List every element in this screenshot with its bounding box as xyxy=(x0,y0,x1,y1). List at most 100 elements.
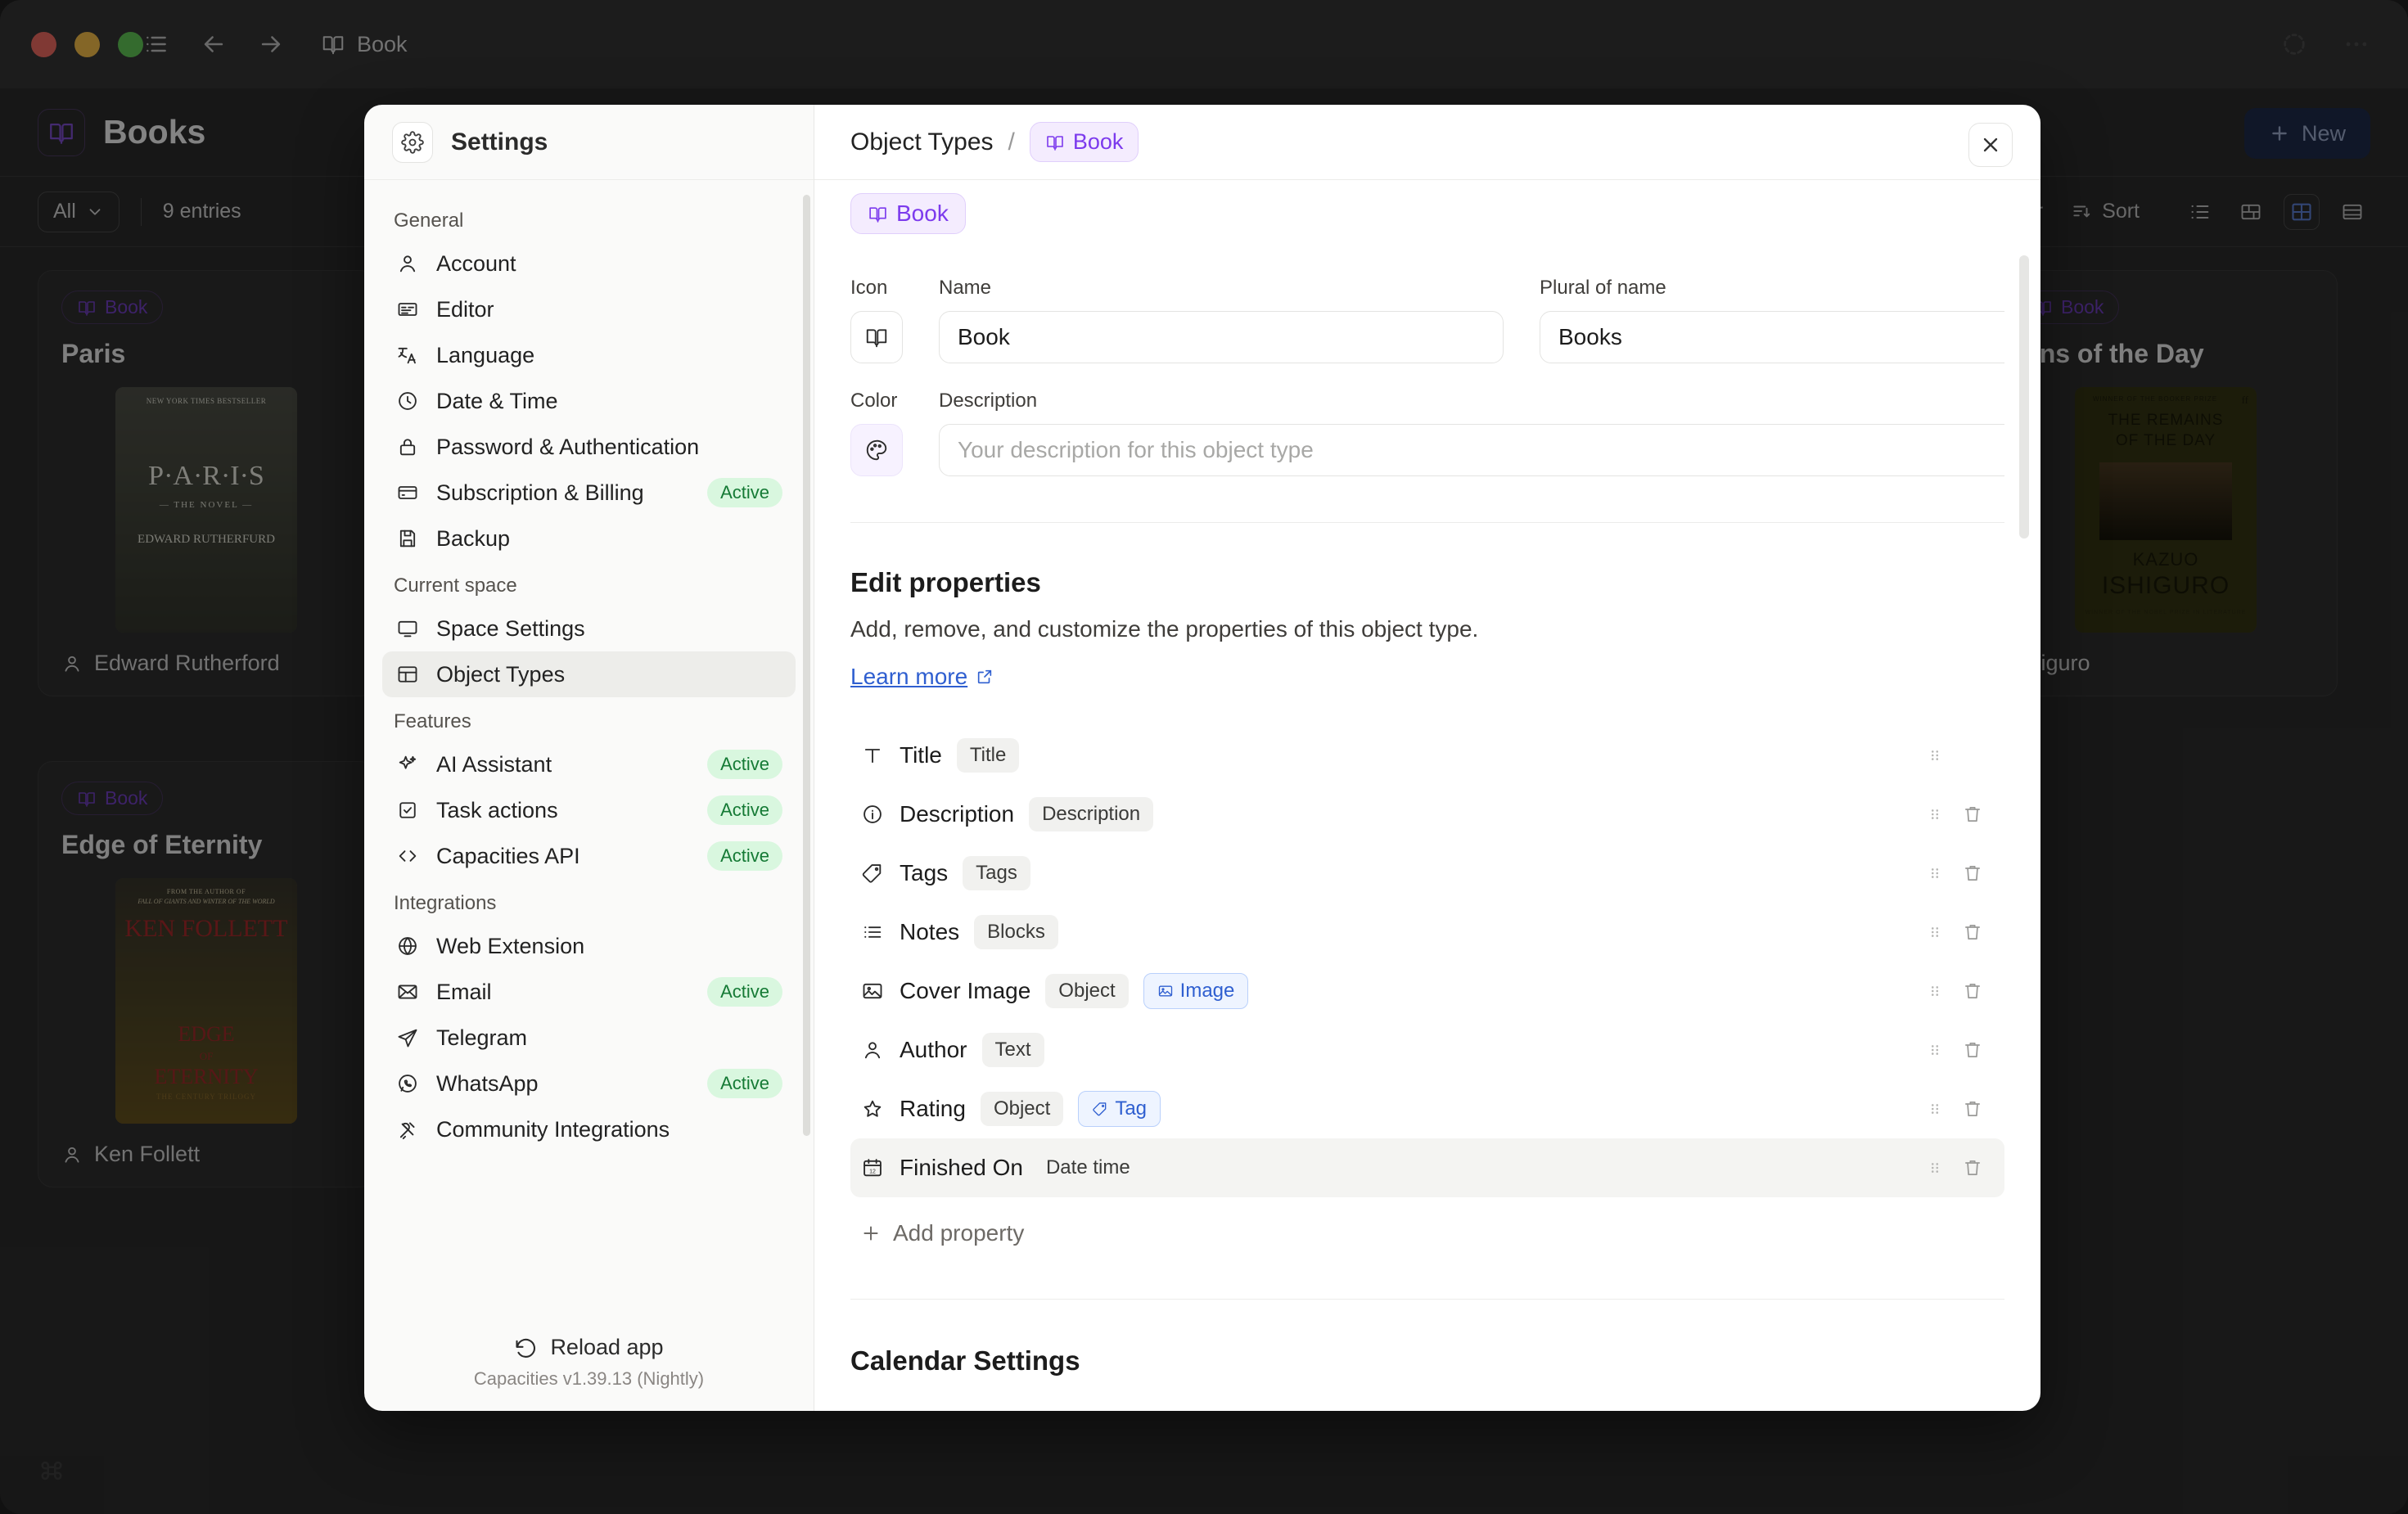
description-field: Description xyxy=(939,390,2004,476)
breadcrumb-current-chip[interactable]: Book xyxy=(1030,122,1139,162)
property-row[interactable]: TitleTitle xyxy=(850,726,2004,785)
breadcrumb-root[interactable]: Object Types xyxy=(850,128,994,156)
sidebar-item-label: WhatsApp xyxy=(436,1071,691,1097)
trash-icon[interactable] xyxy=(1960,1157,1985,1178)
sidebar-item-date-time[interactable]: Date & Time xyxy=(382,378,796,424)
main-scrollbar[interactable] xyxy=(2019,255,2029,538)
name-field-label: Name xyxy=(939,277,1504,300)
property-type-tag[interactable]: Text xyxy=(982,1033,1044,1067)
person-icon xyxy=(860,1039,885,1061)
name-field: Name xyxy=(939,277,1504,363)
property-row[interactable]: Rating Object Tag xyxy=(850,1079,2004,1138)
property-type-tag[interactable]: Tags xyxy=(963,856,1030,890)
image-icon xyxy=(1157,983,1174,999)
trash-icon[interactable] xyxy=(1960,1098,1985,1120)
settings-main-pane: Object Types / Book xyxy=(814,105,2040,1411)
drag-handle-icon[interactable] xyxy=(1924,864,1946,882)
editor-icon xyxy=(395,298,420,321)
property-row[interactable]: NotesBlocks xyxy=(850,903,2004,962)
sidebar-item-label: AI Assistant xyxy=(436,752,691,777)
sidebar-item-language[interactable]: Language xyxy=(382,332,796,378)
sidebar-item-space-settings[interactable]: Space Settings xyxy=(382,606,796,651)
property-type-tag-label: Object xyxy=(994,1097,1050,1120)
property-type-tag[interactable]: Description xyxy=(1029,797,1153,831)
property-name: Finished On xyxy=(900,1155,1023,1181)
monitor-icon xyxy=(395,617,420,640)
reload-app-button[interactable]: Reload app xyxy=(364,1320,814,1368)
sidebar-item-label: Space Settings xyxy=(436,616,782,642)
icon-picker-button[interactable] xyxy=(850,311,903,363)
sidebar-item-backup[interactable]: Backup xyxy=(382,516,796,561)
main-body: Book Icon Name P xyxy=(814,180,2040,1411)
code-icon xyxy=(395,845,420,867)
sidebar-item-editor[interactable]: Editor xyxy=(382,286,796,332)
sidebar-item-email[interactable]: EmailActive xyxy=(382,969,796,1015)
property-row[interactable]: Cover Image Object Image xyxy=(850,962,2004,1021)
sidebar-scrollbar[interactable] xyxy=(803,195,810,1136)
status-badge: Active xyxy=(707,478,782,507)
property-row[interactable]: AuthorText xyxy=(850,1021,2004,1079)
sidebar-item-subscription-billing[interactable]: Subscription & BillingActive xyxy=(382,470,796,516)
plural-input[interactable] xyxy=(1540,311,2004,363)
sidebar-item-community-integrations[interactable]: Community Integrations xyxy=(382,1106,796,1152)
close-icon[interactable] xyxy=(1968,123,2013,167)
name-input[interactable] xyxy=(939,311,1504,363)
property-row[interactable]: TagsTags xyxy=(850,844,2004,903)
drag-handle-icon[interactable] xyxy=(1924,746,1946,764)
property-type-tag[interactable]: Title xyxy=(957,738,1019,773)
settings-nav: GeneralAccountEditorLanguageDate & TimeP… xyxy=(364,180,814,1320)
lock-icon xyxy=(395,435,420,458)
property-type-tag[interactable]: Image xyxy=(1143,973,1249,1009)
trash-icon[interactable] xyxy=(1960,1039,1985,1061)
property-type-tag[interactable]: Tag xyxy=(1078,1091,1161,1127)
plural-field: Plural of name xyxy=(1540,277,2004,363)
object-type-chip-label: Book xyxy=(896,201,949,227)
nav-group-label-integrations: Integrations xyxy=(382,879,796,923)
property-type-tag[interactable]: Blocks xyxy=(974,915,1058,949)
sidebar-item-password-authentication[interactable]: Password & Authentication xyxy=(382,424,796,470)
sidebar-item-capacities-api[interactable]: Capacities APIActive xyxy=(382,833,796,879)
description-input[interactable] xyxy=(939,424,2004,476)
sidebar-item-task-actions[interactable]: Task actionsActive xyxy=(382,787,796,833)
settings-header: Settings xyxy=(364,105,814,180)
trash-icon[interactable] xyxy=(1960,863,1985,884)
sidebar-item-whatsapp[interactable]: WhatsApp Active xyxy=(382,1061,796,1106)
object-type-chip[interactable]: Book xyxy=(850,193,966,234)
property-name: Rating xyxy=(900,1096,966,1122)
layout-icon xyxy=(395,663,420,686)
property-type-tag[interactable]: Object xyxy=(981,1092,1063,1126)
status-badge: Active xyxy=(707,841,782,871)
property-type-tag[interactable]: Object xyxy=(1045,974,1128,1008)
drag-handle-icon[interactable] xyxy=(1924,1100,1946,1118)
property-type-tag[interactable]: Date time xyxy=(1038,1151,1143,1185)
drag-handle-icon[interactable] xyxy=(1924,923,1946,941)
add-property-label: Add property xyxy=(893,1220,1024,1246)
settings-modal: Settings GeneralAccountEditorLanguageDat… xyxy=(364,105,2040,1411)
trash-icon[interactable] xyxy=(1960,921,1985,943)
sidebar-item-label: Date & Time xyxy=(436,389,782,414)
drag-handle-icon[interactable] xyxy=(1924,982,1946,1000)
sidebar-item-web-extension[interactable]: Web Extension xyxy=(382,923,796,969)
add-property-button[interactable]: Add property xyxy=(850,1220,2004,1246)
app-version: Capacities v1.39.13 (Nightly) xyxy=(364,1368,814,1411)
sidebar-item-label: Language xyxy=(436,343,782,368)
palette-icon[interactable] xyxy=(850,424,903,476)
drag-handle-icon[interactable] xyxy=(1924,1159,1946,1177)
status-badge: Active xyxy=(707,1069,782,1098)
sidebar-item-telegram[interactable]: Telegram xyxy=(382,1015,796,1061)
svg-text:12: 12 xyxy=(869,1169,876,1174)
drag-handle-icon[interactable] xyxy=(1924,805,1946,823)
learn-more-link[interactable]: Learn more xyxy=(850,664,994,690)
property-row[interactable]: DescriptionDescription xyxy=(850,785,2004,844)
sidebar-item-ai-assistant[interactable]: AI AssistantActive xyxy=(382,741,796,787)
list-icon xyxy=(860,921,885,944)
trash-icon[interactable] xyxy=(1960,980,1985,1002)
trash-icon[interactable] xyxy=(1960,804,1985,825)
property-row[interactable]: 12 Finished On Date time xyxy=(850,1138,2004,1197)
globe-icon xyxy=(395,935,420,958)
drag-handle-icon[interactable] xyxy=(1924,1041,1946,1059)
sidebar-item-object-types[interactable]: Object Types xyxy=(382,651,796,697)
tag-icon xyxy=(860,862,885,885)
property-name: Cover Image xyxy=(900,978,1030,1004)
sidebar-item-account[interactable]: Account xyxy=(382,241,796,286)
